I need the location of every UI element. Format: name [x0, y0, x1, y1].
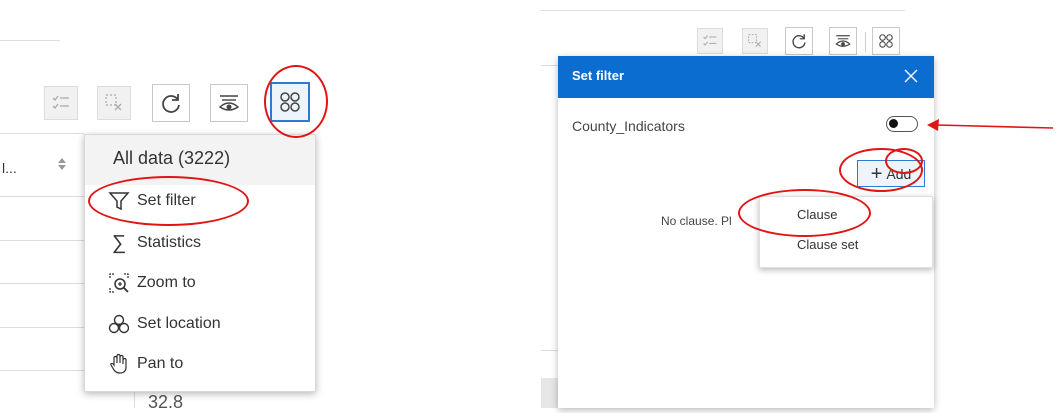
row-divider	[0, 240, 84, 241]
refresh-button[interactable]	[152, 84, 190, 122]
cell-value: 32.8	[148, 392, 184, 412]
dropdown-item-clause-set[interactable]: Clause set	[797, 237, 858, 252]
clear-selection-button[interactable]	[97, 86, 131, 120]
row-divider	[0, 283, 84, 284]
show-hide-columns-icon	[218, 95, 240, 111]
add-dropdown-menu: Clause Clause set	[759, 196, 933, 268]
scroll-area	[541, 378, 558, 408]
row-divider	[0, 196, 84, 197]
refresh-icon	[162, 94, 180, 113]
options-menu: All data (3222) Set filter ∑ Statistics …	[84, 134, 316, 392]
set-location-icon	[107, 312, 131, 336]
pan-hand-icon	[107, 352, 131, 376]
row-divider	[0, 40, 60, 41]
more-options-icon	[280, 92, 300, 112]
set-filter-header: Set filter	[558, 56, 934, 98]
select-rows-icon	[52, 95, 69, 109]
more-options-icon	[879, 34, 893, 48]
row-divider	[0, 327, 84, 328]
menu-item-pan-to[interactable]: Pan to	[107, 347, 307, 381]
left-screenshot-pane: l... 32.8 All data (3222) Set filter ∑ S…	[0, 0, 340, 412]
row-divider	[0, 133, 84, 134]
zoom-to-icon	[107, 271, 131, 295]
show-hide-columns-icon	[835, 35, 851, 47]
menu-header-all-data[interactable]: All data (3222)	[85, 135, 315, 185]
menu-item-label: Zoom to	[137, 274, 196, 291]
menu-item-zoom-to[interactable]: Zoom to	[107, 266, 307, 300]
clear-selection-button[interactable]	[742, 28, 768, 54]
panel-title: Set filter	[572, 68, 625, 83]
refresh-button[interactable]	[785, 27, 813, 55]
more-options-button[interactable]	[270, 82, 310, 122]
add-button[interactable]: + Add	[857, 160, 925, 187]
no-clause-message: No clause. Pl	[661, 214, 732, 228]
annotation-arrow	[927, 119, 1054, 131]
menu-item-label: Set location	[137, 315, 221, 332]
toggle-knob	[889, 119, 898, 128]
row-divider	[541, 10, 905, 11]
column-divider	[134, 392, 135, 408]
sort-icon[interactable]	[57, 156, 67, 177]
menu-item-label: Statistics	[137, 234, 202, 251]
row-divider	[541, 350, 558, 351]
menu-item-set-location[interactable]: Set location	[107, 307, 307, 341]
menu-item-label: Set filter	[137, 192, 196, 209]
select-rows-icon	[703, 35, 717, 46]
clear-selection-icon	[105, 94, 122, 111]
toolbar-separator	[865, 32, 866, 52]
menu-item-label: Pan to	[137, 355, 184, 372]
layer-name: County_Indicators	[572, 118, 685, 134]
show-hide-columns-button[interactable]	[210, 84, 248, 122]
set-filter-panel: Set filter County_Indicators + Add No cl…	[558, 56, 934, 408]
select-rows-button[interactable]	[697, 28, 723, 54]
select-rows-button[interactable]	[44, 86, 78, 120]
row-divider	[541, 65, 558, 66]
close-icon[interactable]	[902, 67, 920, 85]
menu-item-statistics[interactable]: ∑ Statistics	[107, 226, 307, 260]
more-options-button[interactable]	[872, 27, 900, 55]
filter-toggle[interactable]	[886, 116, 918, 132]
sigma-icon: ∑	[111, 231, 127, 254]
menu-item-set-filter[interactable]: Set filter	[107, 184, 307, 218]
row-divider	[0, 370, 84, 371]
right-screenshot-pane: Set filter County_Indicators + Add No cl…	[541, 0, 941, 408]
filter-icon	[107, 189, 131, 213]
dropdown-item-clause[interactable]: Clause	[797, 207, 837, 222]
refresh-icon	[792, 34, 806, 49]
column-header-fragment[interactable]: l...	[2, 160, 17, 176]
add-label: Add	[886, 165, 912, 182]
show-hide-columns-button[interactable]	[829, 27, 857, 55]
clear-selection-icon	[748, 34, 761, 47]
plus-icon: +	[870, 162, 883, 185]
